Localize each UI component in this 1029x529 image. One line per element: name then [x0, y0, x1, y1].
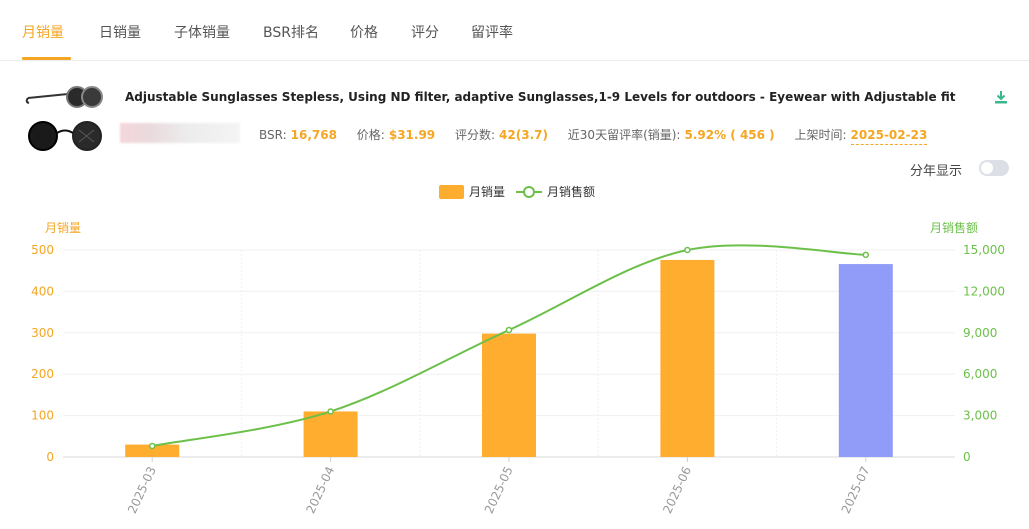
y-tick-label-right: 9,000	[963, 326, 997, 340]
x-tick-label: 2025-05	[482, 464, 516, 515]
y-tick-label-left: 200	[31, 367, 54, 381]
y-tick-label-right: 15,000	[963, 243, 1005, 257]
x-tick-label: 2025-06	[660, 464, 694, 515]
y-tick-label-right: 6,000	[963, 367, 997, 381]
y-tick-label-left: 400	[31, 284, 54, 298]
bar	[660, 259, 715, 457]
y-axis-label-right: 月销售额	[930, 220, 978, 235]
x-tick-label: 2025-07	[839, 464, 873, 515]
y-tick-label-left: 300	[31, 326, 54, 340]
x-tick-label: 2025-04	[303, 464, 337, 515]
line-point	[148, 442, 156, 450]
line-point	[327, 408, 334, 415]
line-point	[862, 251, 870, 259]
legend-swatch-bar	[439, 185, 464, 199]
y-axis-label-left: 月销量	[45, 221, 81, 235]
line-point	[684, 246, 691, 254]
y-tick-label-left: 500	[31, 243, 54, 257]
legend-label-line: 月销售额	[547, 184, 595, 199]
y-tick-label-right: 3,000	[963, 409, 997, 423]
sales-chart: 0 100 200 300 400 500 0 3,000 6,000 9,000 12,000 15…	[31, 184, 1005, 516]
bar	[838, 264, 893, 457]
y-tick-label-left: 100	[31, 409, 54, 423]
y-tick-label-right: 12,000	[963, 284, 1005, 298]
y-tick-label-right: 0	[963, 450, 971, 464]
legend-marker-line	[523, 186, 535, 198]
bar	[482, 333, 536, 457]
legend-label-bar: 月销量	[469, 185, 505, 199]
y-tick-label-left: 0	[46, 450, 54, 464]
bar	[303, 411, 358, 457]
line-point	[505, 326, 513, 334]
x-tick-label: 2025-03	[125, 464, 159, 515]
